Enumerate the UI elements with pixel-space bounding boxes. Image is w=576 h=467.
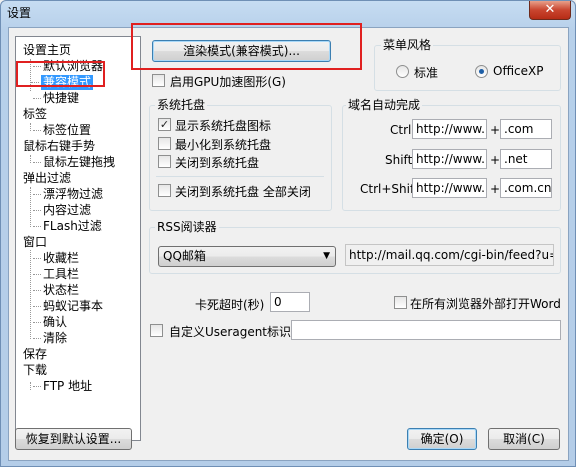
tree-item-popup-filter[interactable]: 弹出过滤 bbox=[23, 171, 71, 186]
tree-item-window[interactable]: 窗口 bbox=[23, 235, 47, 250]
tray-close-checkbox[interactable] bbox=[158, 155, 171, 168]
tray-close-label: 关闭到系统托盘 bbox=[175, 156, 260, 170]
menu-style-title: 菜单风格 bbox=[381, 36, 434, 53]
rss-url-field[interactable]: http://mail.qq.com/cgi-bin/feed?u= bbox=[345, 244, 554, 266]
tree-item-download[interactable]: 下载 bbox=[23, 363, 47, 378]
tree-branch-line bbox=[30, 187, 31, 227]
tree-item-clear[interactable]: 清除 bbox=[32, 331, 67, 346]
useragent-checkbox[interactable] bbox=[150, 324, 163, 337]
ok-button[interactable]: 确定(O) bbox=[407, 428, 477, 450]
menu-style-officexp-label: OfficeXP bbox=[493, 64, 544, 78]
gpu-label: 启用GPU加速图形(G) bbox=[170, 75, 286, 89]
tree-item-float-filter[interactable]: 漂浮物过滤 bbox=[32, 187, 103, 202]
tree-item-flash-filter[interactable]: FLash过滤 bbox=[33, 219, 102, 234]
rss-reader-select[interactable]: QQ邮箱 ▼ bbox=[158, 246, 336, 267]
close-button[interactable]: ✕ bbox=[529, 1, 571, 20]
tray-close-all-label: 关闭到系统托盘 全部关闭 bbox=[175, 185, 311, 199]
word-external-checkbox[interactable] bbox=[394, 296, 407, 309]
restore-defaults-button[interactable]: 恢复到默认设置... bbox=[15, 428, 132, 450]
timeout-label: 卡死超时(秒) bbox=[195, 298, 265, 312]
tree-branch-line bbox=[30, 250, 31, 339]
tree-item-ftp[interactable]: FTP 地址 bbox=[32, 379, 92, 394]
tray-divider bbox=[156, 176, 324, 177]
tree-item-confirm[interactable]: 确认 bbox=[32, 315, 67, 330]
autocomplete-shift-key: Shift bbox=[385, 153, 413, 167]
tree-item-notepad[interactable]: 蚂蚁记事本 bbox=[32, 299, 103, 314]
tree-item-favorites-bar[interactable]: 收藏栏 bbox=[32, 251, 79, 266]
useragent-label: 自定义Useragent标识: bbox=[169, 325, 296, 339]
tree-item-content-filter[interactable]: 内容过滤 bbox=[32, 203, 91, 218]
autocomplete-ctrlshift-plus: + bbox=[490, 182, 501, 196]
autocomplete-title: 域名自动完成 bbox=[346, 96, 423, 113]
autocomplete-shift-prefix-input[interactable]: http://www. bbox=[412, 149, 487, 169]
autocomplete-ctrl-prefix-input[interactable]: http://www. bbox=[412, 119, 487, 139]
autocomplete-ctrl-plus: + bbox=[490, 123, 501, 137]
tree-branch-line bbox=[30, 382, 31, 390]
autocomplete-ctrlshift-suffix-input[interactable]: .com.cn bbox=[500, 178, 552, 198]
useragent-input[interactable] bbox=[291, 320, 561, 340]
dialog-body: 设置主页 默认浏览器 兼容模式 快捷键 标签 标签位置 鼠标右键手势 鼠标左键拖… bbox=[8, 23, 569, 461]
rss-reader-selected: QQ邮箱 bbox=[163, 249, 206, 263]
tray-minimize-checkbox[interactable] bbox=[158, 137, 171, 150]
autocomplete-ctrlshift-prefix-input[interactable]: http://www. bbox=[412, 178, 487, 198]
tree-item-toolbar[interactable]: 工具栏 bbox=[32, 267, 79, 282]
window-title: 设置 bbox=[7, 6, 32, 20]
highlight-annotation-tree bbox=[16, 61, 105, 87]
tree-item-shortcuts[interactable]: 快捷键 bbox=[32, 91, 79, 106]
tree-branch-line bbox=[30, 123, 31, 131]
tray-show-icon-checkbox[interactable]: ✓ bbox=[158, 118, 171, 131]
tray-show-icon-label: 显示系统托盘图标 bbox=[175, 119, 272, 133]
autocomplete-ctrl-key: Ctrl bbox=[390, 123, 412, 137]
tree-item-left-drag[interactable]: 鼠标左键拖拽 bbox=[32, 155, 115, 170]
autocomplete-ctrl-suffix-input[interactable]: .com bbox=[500, 119, 552, 139]
autocomplete-ctrlshift-key: Ctrl+Shift bbox=[360, 182, 419, 196]
menu-style-standard-label: 标准 bbox=[414, 66, 439, 80]
tree-item-tab-position[interactable]: 标签位置 bbox=[32, 123, 91, 138]
autocomplete-shift-suffix-input[interactable]: .net bbox=[500, 149, 552, 169]
highlight-annotation-render bbox=[131, 23, 362, 70]
dropdown-arrow-icon: ▼ bbox=[323, 251, 330, 261]
autocomplete-shift-plus: + bbox=[490, 153, 501, 167]
gpu-checkbox[interactable] bbox=[152, 74, 165, 87]
menu-style-standard-radio[interactable] bbox=[396, 65, 409, 78]
tray-close-all-checkbox[interactable] bbox=[158, 184, 171, 197]
settings-window: 设置 ✕ 设置主页 默认浏览器 兼容模式 快捷键 标签 标签位置 鼠标右键手势 … bbox=[0, 0, 576, 467]
tree-item-right-gestures[interactable]: 鼠标右键手势 bbox=[23, 139, 95, 154]
tray-minimize-label: 最小化到系统托盘 bbox=[175, 138, 272, 152]
tree-item-home[interactable]: 设置主页 bbox=[23, 43, 71, 58]
tree-item-save[interactable]: 保存 bbox=[23, 347, 47, 362]
tree-item-statusbar[interactable]: 状态栏 bbox=[32, 283, 79, 298]
cancel-button[interactable]: 取消(C) bbox=[488, 428, 560, 450]
rss-title: RSS阅读器 bbox=[155, 218, 219, 235]
word-external-label: 在所有浏览器外部打开Word bbox=[410, 297, 561, 311]
tree-branch-line bbox=[30, 155, 31, 163]
menu-style-officexp-radio[interactable] bbox=[475, 65, 488, 78]
tree-item-tabs[interactable]: 标签 bbox=[23, 107, 47, 122]
timeout-input[interactable]: 0 bbox=[270, 292, 310, 312]
tray-title: 系统托盘 bbox=[155, 96, 208, 113]
settings-tree: 设置主页 默认浏览器 兼容模式 快捷键 标签 标签位置 鼠标右键手势 鼠标左键拖… bbox=[15, 36, 141, 441]
